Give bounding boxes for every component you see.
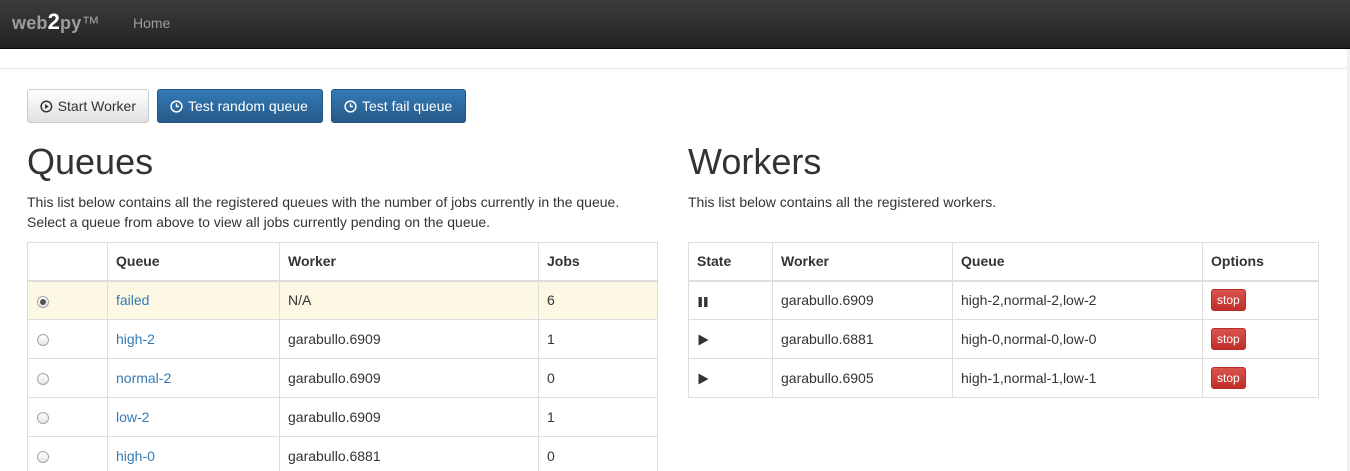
queue-link[interactable]: low-2 [116,409,149,425]
worker-options-cell: stop [1202,358,1319,398]
stop-button[interactable]: stop [1211,289,1246,312]
stop-button[interactable]: stop [1211,367,1246,389]
queues-header-queue: Queue [107,242,280,282]
worker-state-cell [688,358,773,398]
queue-name-cell: normal-2 [107,358,280,398]
queue-radio[interactable] [37,451,49,464]
brand-suffix: py [60,13,82,33]
queue-row[interactable]: failed N/A 6 [27,280,658,320]
divider [0,68,1350,69]
queues-table: Queue Worker Jobs failed N/A 6 high-2 ga… [27,242,658,471]
queue-radio[interactable] [37,295,49,308]
queue-link[interactable]: high-0 [116,448,155,464]
queues-header-row: Queue Worker Jobs [27,242,658,282]
queue-jobs-cell: 6 [538,280,658,320]
worker-options-cell: stop [1202,280,1319,320]
workers-header-state: State [688,242,773,282]
queue-row[interactable]: low-2 garabullo.6909 1 [27,397,658,437]
queue-link[interactable]: high-2 [116,331,155,347]
queue-worker-cell: garabullo.6909 [279,358,539,398]
worker-row: garabullo.6905 high-1,normal-1,low-1 sto… [688,358,1319,398]
worker-name-cell: garabullo.6881 [772,319,953,359]
queue-name-cell: low-2 [107,397,280,437]
queue-jobs-cell: 1 [538,397,658,437]
play-icon [698,373,709,385]
worker-queue-cell: high-0,normal-0,low-0 [952,319,1203,359]
stop-button[interactable]: stop [1211,328,1246,350]
queue-link[interactable]: failed [116,292,149,308]
queues-header-worker: Worker [279,242,539,282]
queues-description-line1: This list below contains all the registe… [27,194,620,210]
queue-radio[interactable] [37,373,49,386]
queues-description-line2: Select a queue from above to view all jo… [27,214,491,230]
start-worker-button[interactable]: Start Worker [27,89,149,123]
clock-icon [170,99,183,113]
worker-row: garabullo.6881 high-0,normal-0,low-0 sto… [688,319,1319,359]
test-fail-queue-button[interactable]: Test fail queue [331,89,466,123]
queue-worker-cell: garabullo.6909 [279,319,539,359]
brand-logo[interactable]: web2py™ [12,9,100,36]
queue-jobs-cell: 0 [538,436,658,471]
worker-name-cell: garabullo.6909 [772,280,953,320]
queues-heading: Queues [27,141,154,182]
clock-icon [344,99,357,113]
play-circle-icon [40,100,53,112]
queue-name-cell: high-2 [107,319,280,359]
test-random-queue-label: Test random queue [188,98,308,114]
queue-select-cell [27,280,108,320]
nav-home-link[interactable]: Home [133,15,170,31]
queues-header-select [27,242,108,282]
queue-row[interactable]: high-0 garabullo.6881 0 [27,436,658,471]
queue-name-cell: high-0 [107,436,280,471]
brand-prefix: web [12,13,48,33]
brand-big: 2 [47,9,61,34]
workers-header-queue: Queue [952,242,1203,282]
worker-name-cell: garabullo.6905 [772,358,953,398]
queue-worker-cell: N/A [279,280,539,320]
workers-heading: Workers [688,141,822,182]
queue-worker-cell: garabullo.6881 [279,436,539,471]
queue-jobs-cell: 0 [538,358,658,398]
brand-tm: ™ [81,13,100,33]
workers-header-options: Options [1202,242,1319,282]
start-worker-label: Start Worker [57,98,136,114]
workers-table: State Worker Queue Options garabullo.690… [688,242,1319,398]
queue-link[interactable]: normal-2 [116,370,171,386]
queue-select-cell [27,397,108,437]
queue-row[interactable]: high-2 garabullo.6909 1 [27,319,658,359]
queue-jobs-cell: 1 [538,319,658,359]
queue-select-cell [27,436,108,471]
queue-radio[interactable] [37,412,49,425]
worker-state-cell [688,280,773,320]
worker-state-cell [688,319,773,359]
queue-worker-cell: garabullo.6909 [279,397,539,437]
worker-row: garabullo.6909 high-2,normal-2,low-2 sto… [688,280,1319,320]
queues-header-jobs: Jobs [538,242,658,282]
queue-select-cell [27,358,108,398]
queue-radio[interactable] [37,334,49,347]
workers-header-worker: Worker [772,242,953,282]
test-random-queue-button[interactable]: Test random queue [157,89,323,123]
worker-queue-cell: high-1,normal-1,low-1 [952,358,1203,398]
queue-row[interactable]: normal-2 garabullo.6909 0 [27,358,658,398]
worker-options-cell: stop [1202,319,1319,359]
workers-header-row: State Worker Queue Options [688,242,1319,282]
worker-queue-cell: high-2,normal-2,low-2 [952,280,1203,320]
queue-name-cell: failed [107,280,280,320]
navbar: web2py™ Home [0,0,1350,49]
workers-description: This list below contains all the registe… [688,194,997,210]
pause-icon [698,296,708,307]
queue-select-cell [27,319,108,359]
play-icon [698,334,709,346]
test-fail-queue-label: Test fail queue [362,98,453,114]
